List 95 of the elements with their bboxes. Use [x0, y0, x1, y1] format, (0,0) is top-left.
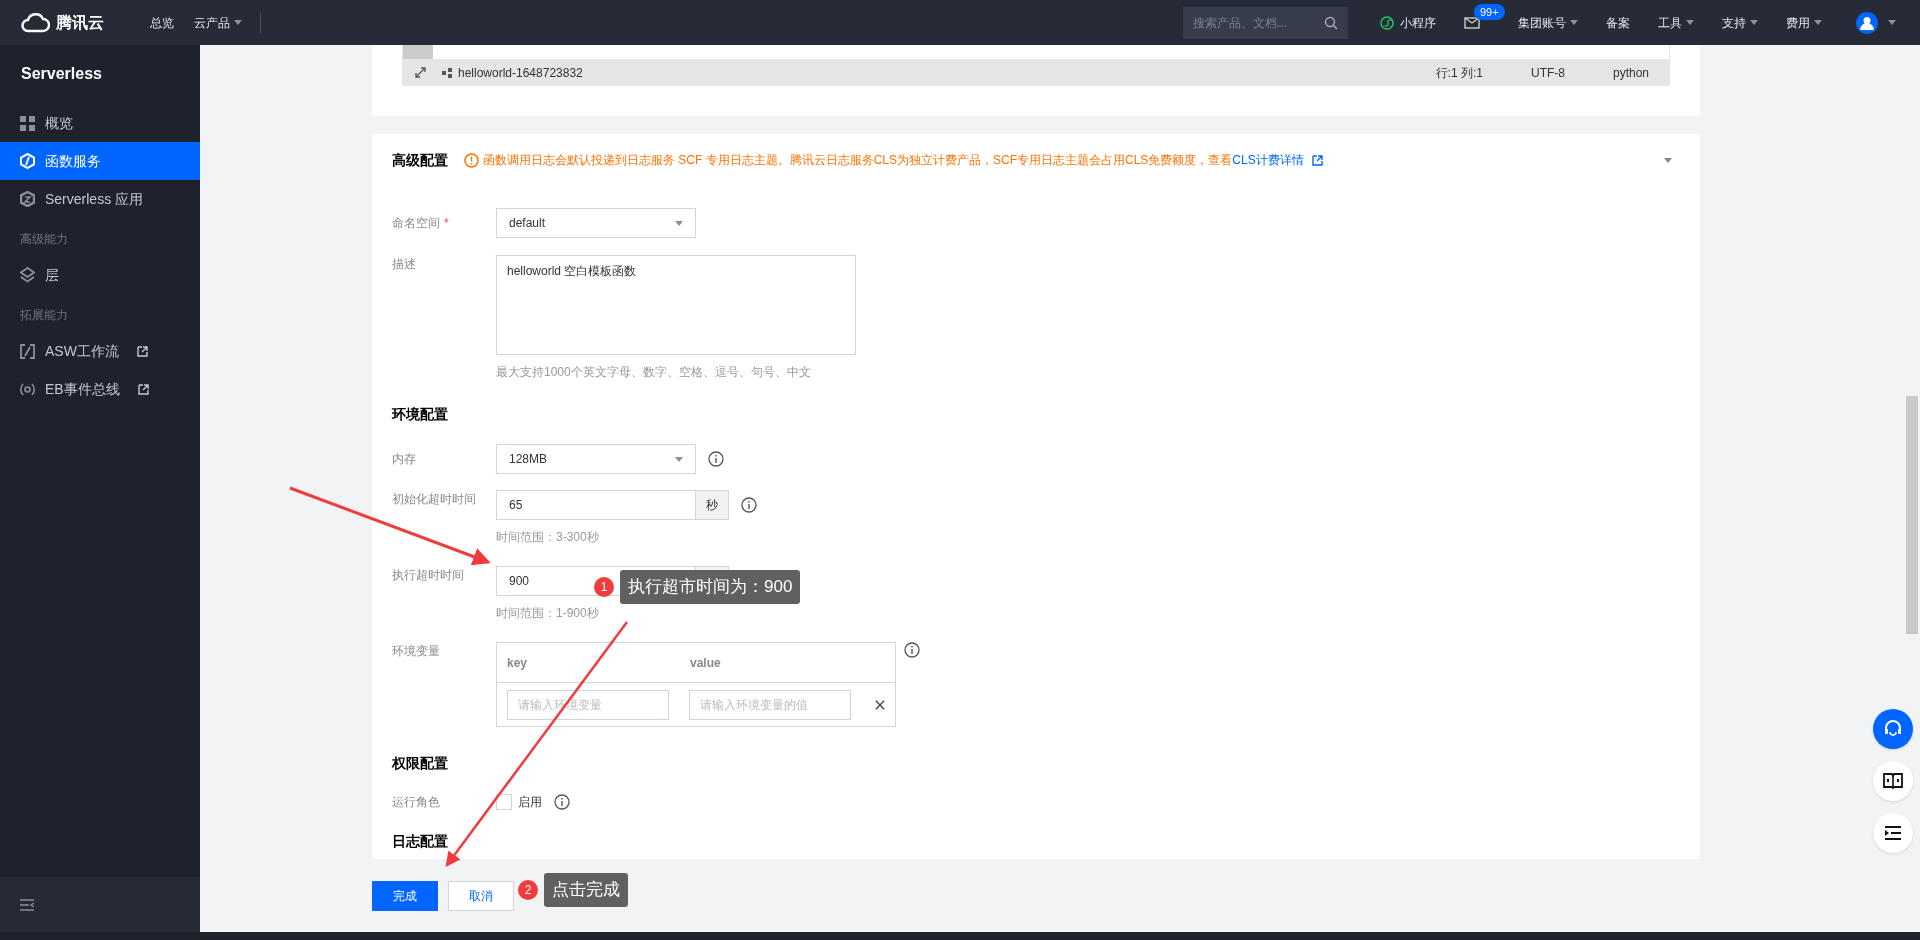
external-link-icon — [137, 383, 149, 395]
encoding: UTF-8 — [1530, 64, 1565, 82]
menu-link[interactable]: 集团账号 — [1504, 13, 1592, 32]
menu-link[interactable]: 备案 — [1592, 13, 1644, 32]
warning-icon — [464, 152, 479, 168]
sidebar-item[interactable]: EB事件总线 — [0, 370, 200, 408]
nav-link[interactable]: 云产品 — [184, 13, 252, 32]
search-icon — [1324, 15, 1338, 30]
avatar-icon[interactable] — [1856, 11, 1878, 34]
checkbox-label: 启用 — [518, 794, 542, 811]
field-label: 运行角色 — [392, 794, 440, 811]
field-label: 环境变量 — [392, 643, 440, 660]
hexagon-icon — [20, 191, 35, 207]
caret-icon — [1888, 20, 1896, 25]
cursor-position: 行:1 列:1 — [1435, 64, 1483, 82]
caret-icon — [1814, 20, 1822, 25]
value-input[interactable]: 请输入环境变量的值 — [689, 689, 851, 720]
close-icon[interactable] — [875, 698, 885, 711]
sidebar-section-heading: 高级能力 — [19, 231, 69, 248]
annotation-tooltip: 执行超市时间为：900 — [620, 570, 801, 604]
menu-link[interactable]: 费用 — [1772, 13, 1836, 32]
layers-icon — [20, 267, 35, 283]
info-icon[interactable] — [741, 497, 757, 513]
indent-list-icon — [1884, 826, 1902, 840]
hint-text: 最大支持1000个英文字母、数字、空格、逗号、句号、中文 — [496, 364, 812, 381]
caret-icon — [1664, 157, 1672, 163]
signal-icon — [20, 381, 35, 397]
field-label: 命名空间 — [392, 215, 440, 232]
info-icon[interactable] — [708, 451, 724, 467]
field-label: 初始化超时时间 — [392, 491, 476, 508]
field-label: 执行超时时间 — [392, 567, 464, 584]
sidebar-item[interactable]: 函数服务 — [0, 142, 200, 180]
file-name: helloworld-1648723832 — [458, 64, 583, 82]
scrollbar[interactable] — [1906, 396, 1918, 634]
caret-icon — [234, 20, 242, 25]
mini-program-icon — [1380, 15, 1394, 30]
field-label: 描述 — [392, 256, 416, 273]
annotation-tooltip: 点击完成 — [544, 873, 628, 907]
notification-badge: 99+ — [1474, 3, 1505, 20]
nav-link[interactable]: 总览 — [140, 13, 184, 32]
headset-icon — [1883, 719, 1903, 739]
description-textarea[interactable]: helloworld 空白模板函数 — [496, 255, 856, 355]
unit-addon: 秒 — [696, 490, 729, 520]
notice-text: 函数调用日志会默认投递到日志服务 SCF 专用日志主题。腾讯云日志服务CLS为独立计费产品，SCF专用日志主题会占用CLS免费额度，查看CLS计费详情 — [483, 151, 1323, 169]
hexagon-icon — [20, 153, 35, 169]
sidebar-item[interactable]: 层 — [0, 256, 200, 294]
sidebar-title: Serverless — [20, 64, 103, 84]
external-link-icon — [1311, 154, 1323, 166]
billing-link[interactable]: CLS计费详情 — [1232, 151, 1323, 169]
outline-button[interactable] — [1873, 813, 1913, 853]
memory-select[interactable]: 128MB — [496, 444, 696, 474]
step-badge: 2 — [518, 879, 538, 900]
section-title: 环境配置 — [392, 405, 449, 424]
branch-icon — [442, 67, 452, 78]
hint-text: 时间范围：1-900秒 — [496, 605, 599, 622]
column-header: value — [690, 654, 722, 672]
sidebar-item[interactable]: Serverless 应用 — [0, 180, 200, 218]
cloud-logo-icon[interactable] — [20, 12, 50, 33]
sidebar-section-heading: 拓展能力 — [19, 307, 69, 324]
column-header: key — [507, 654, 529, 672]
expand-icon[interactable] — [415, 67, 426, 78]
field-label: 内存 — [392, 451, 416, 468]
language: python — [1612, 64, 1649, 82]
menu-link[interactable]: 工具 — [1644, 13, 1708, 32]
caret-icon — [1686, 20, 1694, 25]
namespace-select[interactable]: default — [496, 208, 696, 238]
role-checkbox[interactable] — [496, 794, 512, 810]
workflow-icon — [20, 343, 35, 359]
docs-button[interactable] — [1873, 761, 1913, 801]
caret-icon — [1750, 20, 1758, 25]
info-icon[interactable] — [554, 794, 570, 810]
cancel-button[interactable]: 取消 — [448, 881, 514, 911]
scrollbar[interactable] — [403, 45, 433, 59]
input-field[interactable]: 65 — [496, 490, 696, 520]
caret-icon — [675, 456, 683, 462]
sidebar-item[interactable]: ASW工作流 — [0, 332, 200, 370]
required-mark: * — [444, 215, 449, 232]
external-link-icon — [136, 345, 148, 357]
grid-icon — [20, 115, 35, 131]
mini-program-link[interactable]: 小程序 — [1380, 13, 1436, 32]
menu-link[interactable]: 支持 — [1708, 13, 1772, 32]
section-title: 高级配置 — [392, 150, 448, 170]
sidebar-item[interactable]: 概览 — [0, 104, 200, 142]
info-icon[interactable] — [904, 642, 920, 658]
section-title: 权限配置 — [392, 754, 449, 773]
collapse-icon[interactable] — [20, 898, 34, 911]
logo-text[interactable]: 腾讯云 — [56, 10, 104, 35]
caret-icon — [1570, 20, 1578, 25]
mail-icon[interactable] — [1464, 16, 1480, 29]
caret-icon — [675, 220, 683, 226]
support-button[interactable] — [1873, 709, 1913, 749]
done-button[interactable]: 完成 — [372, 881, 438, 911]
section-title: 日志配置 — [392, 832, 449, 851]
hint-text: 时间范围：3-300秒 — [496, 529, 600, 546]
book-icon — [1883, 773, 1903, 789]
